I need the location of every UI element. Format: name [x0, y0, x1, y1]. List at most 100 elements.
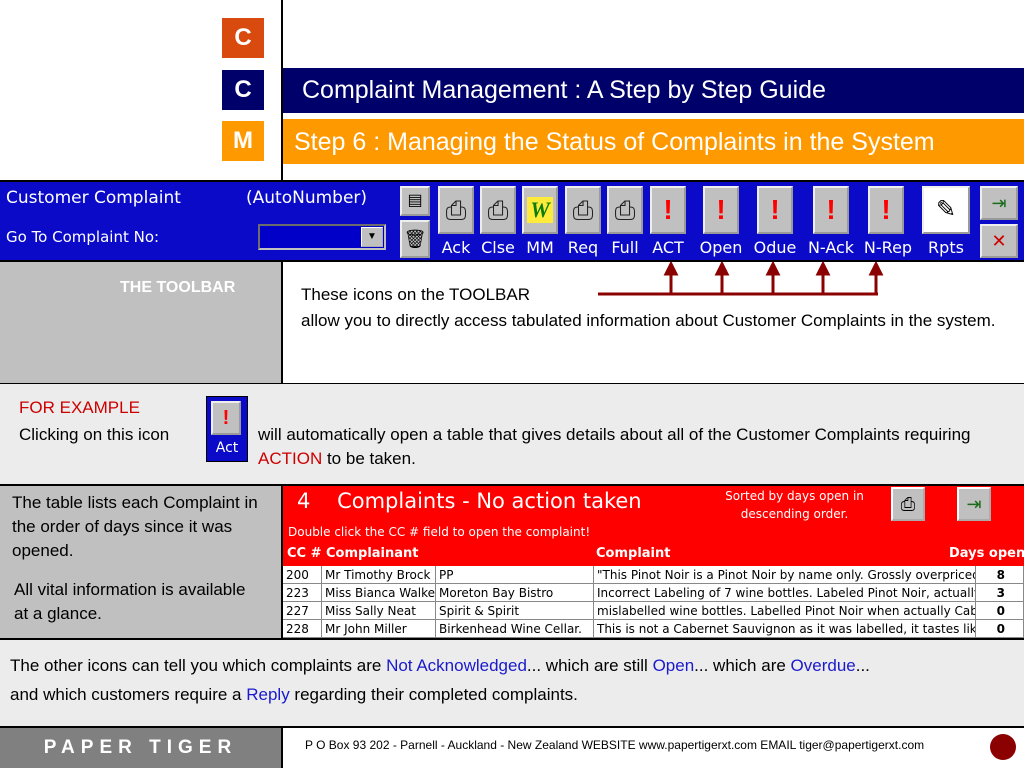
- cell-company: Birkenhead Wine Cellar.: [436, 620, 594, 638]
- logo-letter-c2: C: [222, 70, 264, 110]
- exclamation-icon: !: [211, 401, 241, 435]
- cell-complaint: mislabelled wine bottles. Labelled Pinot…: [594, 602, 976, 620]
- row1-divider: [281, 262, 283, 383]
- arrow-head-open: [714, 262, 730, 276]
- table-row[interactable]: 200 Mr Timothy Brock PP "This Pinot Noir…: [283, 566, 1024, 584]
- cell-complaint: Incorrect Labeling of 7 wine bottles. La…: [594, 584, 976, 602]
- open-label: Open: [699, 238, 743, 257]
- clse-button[interactable]: ⎙: [480, 186, 516, 234]
- odue-button[interactable]: !: [757, 186, 793, 234]
- exit-icon: ⇥: [966, 494, 982, 514]
- filter-off-icon[interactable]: ✕: [980, 224, 1018, 258]
- req-button[interactable]: ⎙: [565, 186, 601, 234]
- complaint-count: 4: [297, 489, 311, 513]
- exit-icon[interactable]: ⇥: [980, 186, 1018, 220]
- line1-t2: ... which are still: [526, 656, 653, 675]
- other-icons-line1: The other icons can tell you which compl…: [10, 654, 870, 678]
- table-title: 4 Complaints - No action taken: [297, 489, 642, 513]
- cell-name: Mr John Miller: [322, 620, 436, 638]
- table-print-button[interactable]: ⎙: [891, 487, 925, 521]
- toolbar-heading: THE TOOLBAR: [120, 279, 236, 296]
- act-button[interactable]: !: [650, 186, 686, 234]
- footer-divider: [281, 728, 283, 768]
- exclamation-icon: !: [716, 194, 726, 225]
- arrow-head-n-rep: [868, 262, 884, 276]
- page-title: Complaint Management : A Step by Step Gu…: [283, 68, 1024, 113]
- action-keyword: ACTION: [258, 449, 323, 468]
- cell-complaint: This is not a Cabernet Sauvignon as it w…: [594, 620, 976, 638]
- line2-t6: regarding their completed complaints.: [289, 685, 578, 704]
- w-icon: W: [527, 197, 553, 223]
- contact-info: P O Box 93 202 - Parnell - Auckland - Ne…: [305, 738, 925, 752]
- table-close-button[interactable]: ⇥: [957, 487, 991, 521]
- combo-arrow-icon[interactable]: ▼: [361, 227, 383, 247]
- line1-t4: ...: [855, 656, 870, 675]
- not-acknowledged-keyword: Not Acknowledged: [386, 656, 527, 675]
- open-keyword: Open: [652, 656, 695, 675]
- act-icon-label: Act: [215, 440, 239, 456]
- arrow-head-act: [663, 262, 679, 276]
- exclamation-icon: !: [663, 194, 673, 225]
- full-button[interactable]: ⎙: [607, 186, 643, 234]
- overdue-keyword: Overdue: [790, 656, 856, 675]
- cell-cc[interactable]: 200: [283, 566, 322, 584]
- table-row[interactable]: 227 Miss Sally Neat Spirit & Spirit misl…: [283, 602, 1024, 620]
- arrow-head-n-ack: [815, 262, 831, 276]
- brand-footer: PAPER TIGER: [0, 728, 281, 768]
- cell-days: 3: [976, 584, 1024, 602]
- cell-name: Miss Sally Neat: [322, 602, 436, 620]
- toolbar-arrows: [598, 262, 884, 296]
- complaint-toolbar: Customer Complaint (AutoNumber) Go To Co…: [0, 180, 1024, 262]
- line1-t1: The other icons can tell you which compl…: [10, 656, 387, 675]
- form-icon[interactable]: ▤: [400, 186, 430, 216]
- mm-button[interactable]: W: [522, 186, 558, 234]
- exclamation-icon: !: [881, 194, 891, 225]
- table-row[interactable]: 228 Mr John Miller Birkenhead Wine Cella…: [283, 620, 1024, 638]
- arrow-head-odue: [765, 262, 781, 276]
- act-label: ACT: [652, 238, 684, 257]
- example-text-after: to be taken.: [322, 449, 416, 468]
- sorted-note: Sorted by days open in descending order.: [725, 489, 864, 521]
- cell-complaint: "This Pinot Noir is a Pinot Noir by name…: [594, 566, 976, 584]
- col-complainant: Complainant: [326, 546, 419, 561]
- cell-cc[interactable]: 223: [283, 584, 322, 602]
- rpts-button[interactable]: ✎: [922, 186, 970, 234]
- complaints-table-body: 200 Mr Timothy Brock PP "This Pinot Noir…: [283, 566, 1024, 638]
- act-icon-sample: ! Act: [206, 396, 248, 462]
- line2-t5: and which customers require a: [10, 685, 247, 704]
- toolbar-intro: These icons on the TOOLBAR: [301, 285, 530, 304]
- ack-button[interactable]: ⎙: [438, 186, 474, 234]
- logo-letter-m: M: [222, 121, 264, 161]
- complaint-no-combo[interactable]: ▼: [258, 224, 386, 250]
- autonumber-field: (AutoNumber): [246, 188, 368, 208]
- open-button[interactable]: !: [703, 186, 739, 234]
- table-info-2: All vital information is available at a …: [14, 580, 246, 623]
- rpts-label: Rpts: [928, 238, 964, 257]
- printer-icon: ⎙: [487, 195, 509, 225]
- cell-cc[interactable]: 227: [283, 602, 322, 620]
- printer-icon: ⎙: [572, 195, 594, 225]
- example-heading: FOR EXAMPLE: [19, 398, 140, 417]
- trash-icon[interactable]: 🗑: [400, 220, 430, 258]
- odue-label: Odue: [753, 238, 797, 257]
- table-row[interactable]: 223 Miss Bianca Walke Moreton Bay Bistro…: [283, 584, 1024, 602]
- example-text-before: will automatically open a table that giv…: [258, 425, 971, 444]
- reports-icon: ✎: [935, 196, 957, 223]
- logo-letter-c1: C: [222, 18, 264, 58]
- n-rep-button[interactable]: !: [868, 186, 904, 234]
- page-subtitle: Step 6 : Managing the Status of Complain…: [283, 119, 1024, 164]
- cell-company: Moreton Bay Bistro: [436, 584, 594, 602]
- printer-icon: ⎙: [445, 195, 467, 225]
- table-title-text: Complaints - No action taken: [337, 489, 642, 513]
- cell-cc[interactable]: 228: [283, 620, 322, 638]
- line1-t3: ... which are: [694, 656, 791, 675]
- col-cc: CC #: [287, 546, 322, 561]
- form-title: Customer Complaint: [6, 188, 181, 208]
- n-ack-button[interactable]: !: [813, 186, 849, 234]
- cell-days: 0: [976, 602, 1024, 620]
- toolbar-description: allow you to directly access tabulated i…: [301, 311, 996, 330]
- other-icons-line2: and which customers require a Reply rega…: [10, 683, 578, 707]
- n-rep-label: N-Rep: [863, 238, 913, 257]
- cell-name: Miss Bianca Walke: [322, 584, 436, 602]
- example-clicking: Clicking on this icon: [19, 425, 170, 444]
